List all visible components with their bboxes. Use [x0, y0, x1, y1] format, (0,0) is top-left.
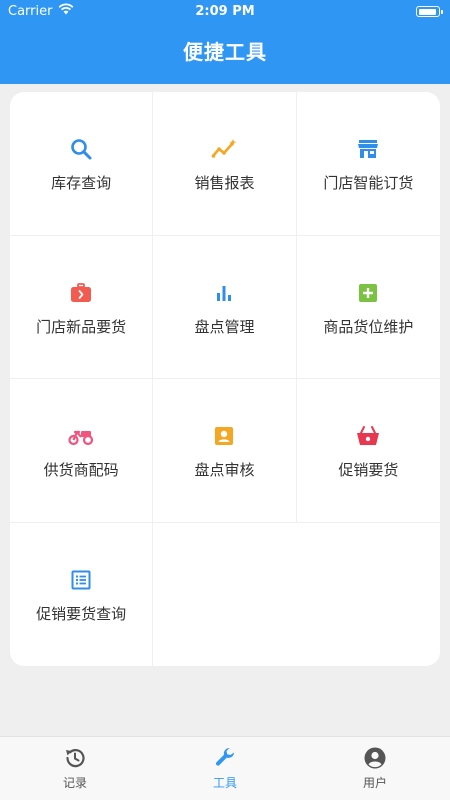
bar-chart-icon [211, 280, 237, 306]
tool-label: 库存查询 [51, 174, 112, 192]
tab-label: 工具 [212, 776, 237, 790]
tool-label: 促销要货查询 [36, 604, 127, 623]
tab-label: 记录 [62, 776, 87, 790]
wrench-icon [213, 746, 237, 770]
tab-label: 用户 [362, 776, 387, 790]
tool-label: 门店新品要货 [36, 317, 127, 336]
user-icon [363, 746, 387, 770]
page-title: 便捷工具 [183, 40, 267, 64]
store-icon [355, 136, 381, 162]
tool-supplier-code-matching[interactable]: 供货商配码 [10, 379, 154, 523]
tool-label: 盘点审核 [194, 461, 255, 479]
status-time: 2:09 PM [195, 4, 255, 19]
tools-grid: 库存查询 销售报表 门店智能订货 门店新品要货 盘点管理 商品货位维护 供货商配… [10, 92, 440, 666]
tool-promotion-request-query[interactable]: 促销要货查询 [10, 522, 154, 666]
contact-card-icon [211, 423, 237, 449]
tool-label: 销售报表 [194, 174, 255, 192]
bottom-tab-bar: 记录 工具 用户 [0, 736, 450, 800]
tool-promotion-request[interactable]: 促销要货 [296, 379, 440, 523]
tool-inventory-query[interactable]: 库存查询 [10, 92, 154, 236]
tab-records[interactable]: 记录 [0, 737, 150, 800]
tool-label: 促销要货 [338, 461, 399, 479]
battery-icon [416, 6, 443, 17]
status-bar: Carrier 2:09 PM [0, 0, 450, 24]
app-header: Carrier 2:09 PM 便捷工具 [0, 0, 450, 84]
tool-sales-report[interactable]: 销售报表 [153, 92, 297, 236]
search-icon [68, 136, 94, 162]
basket-icon [355, 423, 381, 449]
list-doc-icon [68, 567, 94, 593]
history-icon [63, 746, 87, 770]
tool-smart-ordering[interactable]: 门店智能订货 [296, 92, 440, 236]
tool-stocktake-review[interactable]: 盘点审核 [153, 379, 297, 523]
tool-label: 门店智能订货 [323, 174, 414, 192]
tab-user[interactable]: 用户 [300, 737, 450, 800]
tool-location-maintenance[interactable]: 商品货位维护 [296, 236, 440, 379]
tool-new-product-request[interactable]: 门店新品要货 [10, 235, 154, 379]
tab-tools[interactable]: 工具 [150, 737, 300, 800]
tricycle-icon [68, 423, 94, 449]
tool-label: 商品货位维护 [323, 317, 414, 336]
briefcase-icon [68, 280, 94, 306]
trend-chart-icon [211, 136, 237, 162]
plus-square-icon [355, 280, 381, 306]
tool-label: 供货商配码 [43, 461, 119, 479]
tool-stocktake-management[interactable]: 盘点管理 [153, 235, 297, 379]
tool-label: 盘点管理 [194, 317, 255, 336]
